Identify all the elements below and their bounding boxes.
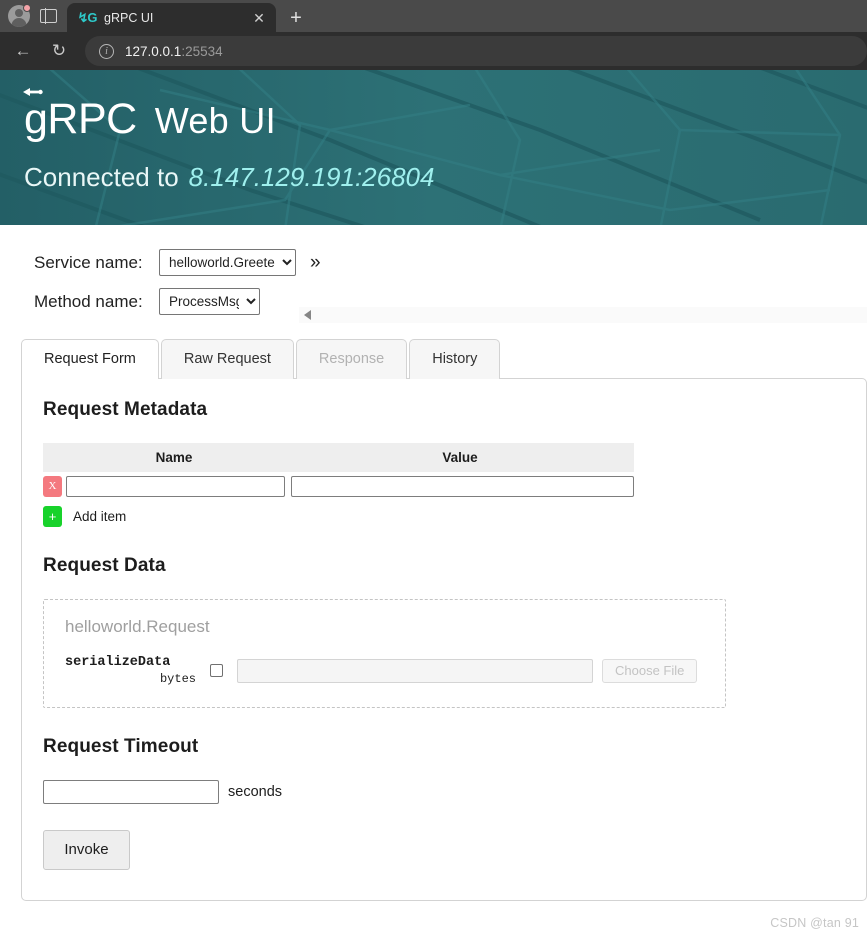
browser-tabstrip: ↯G gRPC UI ✕ +: [0, 0, 867, 32]
horizontal-scrollbar[interactable]: [299, 307, 867, 323]
selector-area: Service name: helloworld.Greeter » Metho…: [0, 225, 867, 315]
field-value-textarea[interactable]: [237, 658, 593, 683]
grpc-dart-icon: [23, 88, 43, 96]
url-port: :25534: [181, 43, 223, 59]
scroll-left-arrow-icon[interactable]: [304, 310, 311, 320]
column-delete: [43, 443, 63, 472]
tab-panel-request-form: Request Metadata Name Value X + Add item…: [21, 378, 867, 901]
watermark: CSDN @tan 91: [770, 916, 859, 930]
column-value: Value: [286, 443, 634, 472]
metadata-table-head: Name Value: [43, 443, 634, 472]
metadata-value-input[interactable]: [291, 476, 634, 497]
timeout-input[interactable]: [43, 779, 219, 804]
add-item-row[interactable]: + Add item: [43, 506, 866, 527]
choose-file-button: Choose File: [602, 658, 698, 683]
value-cell: [286, 472, 634, 497]
chrome-left-icons: [4, 0, 67, 32]
avatar[interactable]: [8, 4, 31, 27]
reload-icon[interactable]: ↻: [42, 34, 76, 68]
site-info-icon[interactable]: i: [99, 43, 114, 59]
tab-raw-request[interactable]: Raw Request: [160, 339, 294, 379]
url-host: 127.0.0.1: [125, 43, 182, 59]
field-type-label: bytes: [159, 671, 196, 686]
tabs-wrapper: Request Form Raw Request Response Histor…: [21, 339, 867, 901]
timeout-row: seconds: [43, 779, 866, 804]
invoke-button[interactable]: Invoke: [43, 829, 130, 870]
tab-list: Request Form Raw Request Response Histor…: [21, 339, 867, 380]
field-name-label: serializeData: [65, 655, 171, 670]
request-data-box: helloworld.Request serializeData bytes C…: [43, 599, 726, 708]
grpc-header-banner: gRPC Web UI Connected to 8.147.129.191:2…: [0, 70, 867, 225]
service-row: Service name: helloworld.Greeter »: [34, 249, 867, 276]
delete-cell: X: [43, 472, 62, 497]
request-data-title: Request Data: [43, 555, 166, 576]
delete-row-button[interactable]: X: [43, 476, 62, 497]
banner-content: gRPC Web UI Connected to 8.147.129.191:2…: [0, 70, 867, 193]
connected-address: 8.147.129.191:26804: [188, 162, 435, 192]
service-name-label: Service name:: [34, 253, 143, 272]
brand-row: gRPC Web UI: [23, 88, 867, 143]
grpc-logo-g: g: [24, 95, 48, 143]
back-icon[interactable]: ←: [6, 34, 40, 68]
request-field-row: serializeData bytes Choose File: [65, 655, 705, 687]
browser-toolbar: ← ↻ i 127.0.0.1:25534: [0, 32, 867, 70]
browser-tab[interactable]: ↯G gRPC UI ✕: [67, 3, 276, 32]
field-enable-checkbox[interactable]: [210, 664, 223, 678]
method-name-label: Method name:: [34, 292, 143, 311]
url-text: 127.0.0.1:25534: [125, 44, 223, 59]
request-timeout-title: Request Timeout: [43, 735, 199, 757]
tab-request-form[interactable]: Request Form: [21, 339, 159, 380]
tab-response: Response: [295, 339, 408, 379]
browser-tab-title: gRPC UI: [104, 10, 154, 25]
field-label-column: serializeData bytes: [65, 655, 201, 687]
grpc-favicon-icon: ↯G: [77, 9, 98, 25]
table-header-row: Name Value: [43, 443, 634, 472]
connection-status: Connected to 8.147.129.191:26804: [24, 162, 867, 193]
connected-label: Connected to: [24, 162, 179, 192]
tab-history[interactable]: History: [409, 339, 501, 379]
sidebar-panel-icon[interactable]: [40, 8, 57, 24]
metadata-table: Name Value X: [43, 443, 634, 497]
page-body: Service name: helloworld.Greeter » Metho…: [0, 225, 867, 930]
timeout-unit-label: seconds: [228, 783, 283, 800]
expand-chevrons-icon[interactable]: »: [310, 253, 321, 272]
close-icon[interactable]: ✕: [250, 9, 268, 27]
method-select[interactable]: ProcessMsg: [159, 288, 260, 315]
metadata-table-body: X: [43, 472, 634, 497]
grpc-logo-rest: RPC: [47, 95, 137, 143]
add-item-button[interactable]: +: [43, 506, 62, 527]
message-type-label: helloworld.Request: [65, 617, 210, 636]
name-cell: [62, 472, 286, 497]
address-bar[interactable]: i 127.0.0.1:25534: [85, 36, 867, 66]
add-item-label[interactable]: Add item: [73, 509, 126, 524]
service-select[interactable]: helloworld.Greeter: [159, 249, 296, 276]
table-row: X: [43, 472, 634, 497]
column-name: Name: [62, 443, 286, 472]
page-title: Web UI: [154, 100, 276, 141]
request-metadata-title: Request Metadata: [43, 399, 208, 420]
metadata-name-input[interactable]: [66, 476, 286, 497]
grpc-logo: gRPC: [23, 88, 137, 143]
new-tab-button[interactable]: +: [282, 4, 310, 32]
notification-dot-icon: [23, 4, 31, 12]
browser-chrome: ↯G gRPC UI ✕ + ← ↻ i 127.0.0.1:25534: [0, 0, 867, 70]
